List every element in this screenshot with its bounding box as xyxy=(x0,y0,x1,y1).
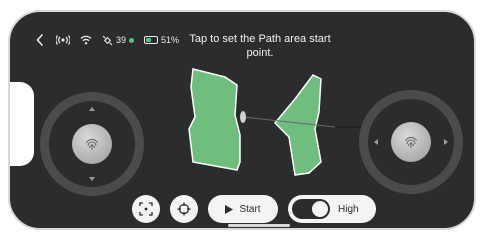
status-bar: 39 51% xyxy=(34,32,179,48)
toggle-label: High xyxy=(338,203,359,215)
start-label: Start xyxy=(239,203,261,215)
remote-signal-icon xyxy=(56,35,70,45)
fingerprint-icon xyxy=(85,138,99,150)
area-polygon-left[interactable] xyxy=(188,68,241,171)
satellite-icon xyxy=(102,35,113,45)
arrow-right-icon xyxy=(444,139,448,145)
gps-status-dot xyxy=(129,37,135,43)
start-button[interactable]: Start xyxy=(208,195,278,223)
crosshair-icon xyxy=(177,202,191,216)
speed-toggle-group: High xyxy=(288,195,376,223)
instruction-text: Tap to set the Path area start point. xyxy=(189,33,331,59)
locate-button[interactable] xyxy=(170,195,198,223)
arrow-left-icon xyxy=(374,139,378,145)
drone-position-marker xyxy=(240,111,246,123)
left-joystick[interactable] xyxy=(40,92,144,196)
play-icon xyxy=(225,204,234,214)
right-joystick-knob[interactable] xyxy=(391,122,431,162)
fingerprint-icon xyxy=(404,136,418,148)
right-joystick[interactable] xyxy=(359,90,463,194)
satellite-count: 39 xyxy=(116,35,127,45)
chevron-left-icon xyxy=(36,34,43,46)
battery-percent: 51% xyxy=(161,35,180,45)
path-area-map[interactable] xyxy=(185,67,385,192)
app-screen: 39 51% Tap to set the Path area start po… xyxy=(8,10,476,230)
wifi-icon xyxy=(80,35,92,45)
toggle-knob xyxy=(312,201,328,217)
battery-icon xyxy=(144,36,159,44)
focus-frame-icon xyxy=(139,202,153,216)
left-joystick-knob[interactable] xyxy=(72,124,112,164)
satellite-status: 39 xyxy=(102,35,135,46)
battery-status: 51% xyxy=(144,35,179,45)
back-button[interactable] xyxy=(34,33,46,47)
focus-button[interactable] xyxy=(132,195,160,223)
home-indicator xyxy=(228,224,290,227)
arrow-up-icon xyxy=(89,107,95,111)
arrow-down-icon xyxy=(89,177,95,181)
phone-notch xyxy=(10,82,34,166)
bottom-controls: Start High xyxy=(132,194,376,224)
speed-toggle[interactable] xyxy=(292,199,330,219)
